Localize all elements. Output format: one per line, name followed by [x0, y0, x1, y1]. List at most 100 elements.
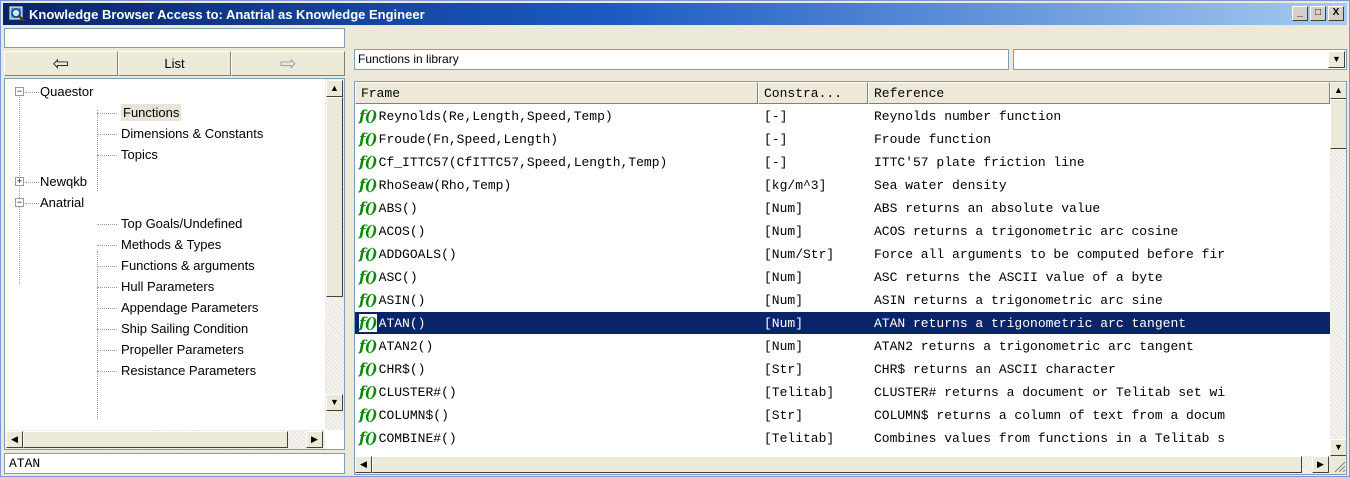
scroll-left-button[interactable]: ◀ — [6, 431, 23, 448]
frame-text: ACOS() — [378, 223, 426, 239]
knowledge-base-tree[interactable]: − Quaestor Functions Dimensions & Constants… — [4, 78, 345, 450]
tree-item-label: Appendage Parameters — [121, 300, 259, 315]
constraint-cell: [Num] — [764, 200, 804, 216]
frame-cell: f() ASIN() — [355, 291, 758, 309]
tree-item[interactable]: Methods & Types — [121, 235, 221, 255]
grid-scroll-down-button[interactable]: ▼ — [1330, 439, 1346, 456]
maximize-button[interactable]: □ — [1310, 6, 1326, 21]
reference-cell: ASIN returns a trigonometric arc sine — [874, 292, 1163, 308]
window-title: Knowledge Browser Access to: Anatrial as… — [29, 6, 425, 22]
tree-item[interactable]: Functions — [121, 103, 182, 123]
function-row[interactable]: f() Cf_ITTC57(CfITTC57,Speed,Length,Temp)… — [355, 151, 1330, 173]
function-row[interactable]: f() RhoSeaw(Rho,Temp) [kg/m^3] Sea water de… — [355, 174, 1330, 196]
tree-item[interactable]: Top Goals/Undefined — [121, 214, 242, 234]
column-header-frame[interactable]: Frame — [355, 82, 758, 104]
close-button[interactable]: X — [1328, 6, 1344, 21]
tree-item[interactable]: Topics — [121, 145, 158, 165]
list-button[interactable]: List — [117, 51, 232, 76]
tree-item[interactable]: Resistance Parameters — [121, 361, 256, 381]
scroll-thumb[interactable] — [326, 97, 343, 297]
function-row[interactable]: f() COLUMN$() [Str] COLUMN$ returns a colum… — [355, 404, 1330, 426]
tree-item[interactable]: Propeller Parameters — [121, 340, 244, 360]
tree-horizontal-scrollbar[interactable]: ◀ ▶ — [5, 430, 325, 449]
frame-cell: f() ADDGOALS() — [355, 245, 758, 263]
function-row[interactable]: f() Froude(Fn,Speed,Length) [-] Froude func… — [355, 128, 1330, 150]
frame-cell: f() CLUSTER#() — [355, 383, 758, 401]
scroll-thumb-h[interactable] — [23, 431, 288, 448]
scroll-up-button[interactable]: ▲ — [326, 80, 343, 97]
tree-item[interactable]: Dimensions & Constants — [121, 124, 263, 144]
functions-grid[interactable]: Frame Constra... Reference f() Reynolds(R… — [354, 81, 1347, 475]
function-icon: f() — [359, 383, 378, 401]
constraint-cell: [Telitab] — [764, 430, 835, 446]
function-row[interactable]: f() ASIN() [Num] ASIN returns a trigonometr… — [355, 289, 1330, 311]
grid-scroll-left-button[interactable]: ◀ — [355, 456, 372, 473]
function-row[interactable]: f() COMBINE#() [Telitab] Combines values fr… — [355, 427, 1330, 449]
function-row[interactable]: f() ASC() [Num] ASC returns the ASCII value… — [355, 266, 1330, 288]
frame-cell: f() ATAN() — [355, 314, 758, 332]
selection-field[interactable]: ATAN — [4, 453, 345, 474]
tree-item[interactable]: Appendage Parameters — [121, 298, 258, 318]
tree-item-label: Quaestor — [40, 84, 94, 99]
tree-expander-anatrial[interactable]: − — [15, 198, 24, 207]
function-icon: f() — [359, 199, 378, 217]
frame-text: ADDGOALS() — [378, 246, 457, 262]
grid-scroll-up-button[interactable]: ▲ — [1330, 82, 1346, 99]
function-row[interactable]: f() Reynolds(Re,Length,Speed,Temp) [-] Reyn… — [355, 105, 1330, 127]
reference-cell: CHR$ returns an ASCII character — [874, 361, 1116, 377]
function-row[interactable]: f() ATAN() [Num] ATAN returns a trigonometr… — [355, 312, 1330, 334]
frame-text: Froude(Fn,Speed,Length) — [378, 131, 559, 147]
tree-item[interactable]: Hull Parameters — [121, 277, 214, 297]
scroll-down-button[interactable]: ▼ — [326, 394, 343, 411]
constraint-cell: [-] — [764, 108, 788, 124]
context-field[interactable]: Functions in library — [354, 49, 1009, 70]
tree-item[interactable]: Quaestor — [40, 82, 93, 102]
filter-combo[interactable]: ▼ — [1013, 49, 1347, 70]
tree-expander-newqkb[interactable]: + — [15, 177, 24, 186]
tree-item-label: Propeller Parameters — [121, 342, 244, 357]
function-row[interactable]: f() ABS() [Num] ABS returns an absolute val… — [355, 197, 1330, 219]
constraint-cell: [Telitab] — [764, 384, 835, 400]
reference-cell: Force all arguments to be computed befor… — [874, 246, 1226, 262]
function-row[interactable]: f() CLUSTER#() [Telitab] CLUSTER# returns a… — [355, 381, 1330, 403]
function-row[interactable]: f() CHR$() [Str] CHR$ returns an ASCII char… — [355, 358, 1330, 380]
combo-dropdown-button[interactable]: ▼ — [1328, 51, 1345, 68]
knowledge-browser-window: Knowledge Browser Access to: Anatrial as… — [0, 0, 1350, 477]
resize-grip-icon[interactable] — [1330, 456, 1346, 474]
frame-cell: f() COMBINE#() — [355, 429, 758, 447]
back-button[interactable]: ⇦ — [4, 51, 118, 76]
reference-cell: ITTC'57 plate friction line — [874, 154, 1085, 170]
tree-item[interactable]: Newqkb — [40, 172, 87, 192]
tree-item-label: Anatrial — [40, 195, 85, 210]
tree-item-label: Ship Sailing Condition — [121, 321, 249, 336]
tree-item-label: Resistance Parameters — [121, 363, 257, 378]
function-icon: f() — [359, 429, 378, 447]
tree-item-label: Functions — [121, 104, 182, 121]
grid-scroll-thumb-h[interactable] — [372, 456, 1302, 473]
grid-horizontal-scrollbar[interactable]: ◀ ▶ — [355, 456, 1330, 474]
tree-item[interactable]: Anatrial — [40, 193, 84, 213]
tree-item-label: Hull Parameters — [121, 279, 215, 294]
tree-item[interactable]: Ship Sailing Condition — [121, 319, 248, 339]
function-icon: f() — [359, 314, 378, 332]
left-top-field[interactable] — [4, 28, 345, 48]
scroll-right-button[interactable]: ▶ — [306, 431, 323, 448]
frame-text: CLUSTER#() — [378, 384, 457, 400]
function-row[interactable]: f() ACOS() [Num] ACOS returns a trigonometr… — [355, 220, 1330, 242]
minimize-button[interactable]: _ — [1292, 6, 1308, 21]
column-header-reference[interactable]: Reference — [868, 82, 1330, 104]
grid-vertical-scrollbar[interactable]: ▲ ▼ — [1330, 82, 1346, 456]
tree-expander-quaestor[interactable]: − — [15, 87, 24, 96]
forward-button[interactable]: ⇨ — [231, 51, 346, 76]
grid-scroll-thumb[interactable] — [1330, 99, 1346, 149]
tree-vertical-scrollbar[interactable]: ▲ ▼ — [325, 79, 344, 430]
tree-item[interactable]: Functions & arguments — [121, 256, 255, 276]
frame-cell: f() ABS() — [355, 199, 758, 217]
constraint-cell: [-] — [764, 131, 788, 147]
reference-cell: Froude function — [874, 131, 992, 147]
grid-scroll-right-button[interactable]: ▶ — [1312, 456, 1329, 473]
function-row[interactable]: f() ATAN2() [Num] ATAN2 returns a trigonome… — [355, 335, 1330, 357]
column-header-constraint[interactable]: Constra... — [758, 82, 868, 104]
function-row[interactable]: f() ADDGOALS() [Num/Str] Force all argument… — [355, 243, 1330, 265]
constraint-cell: [kg/m^3] — [764, 177, 827, 193]
